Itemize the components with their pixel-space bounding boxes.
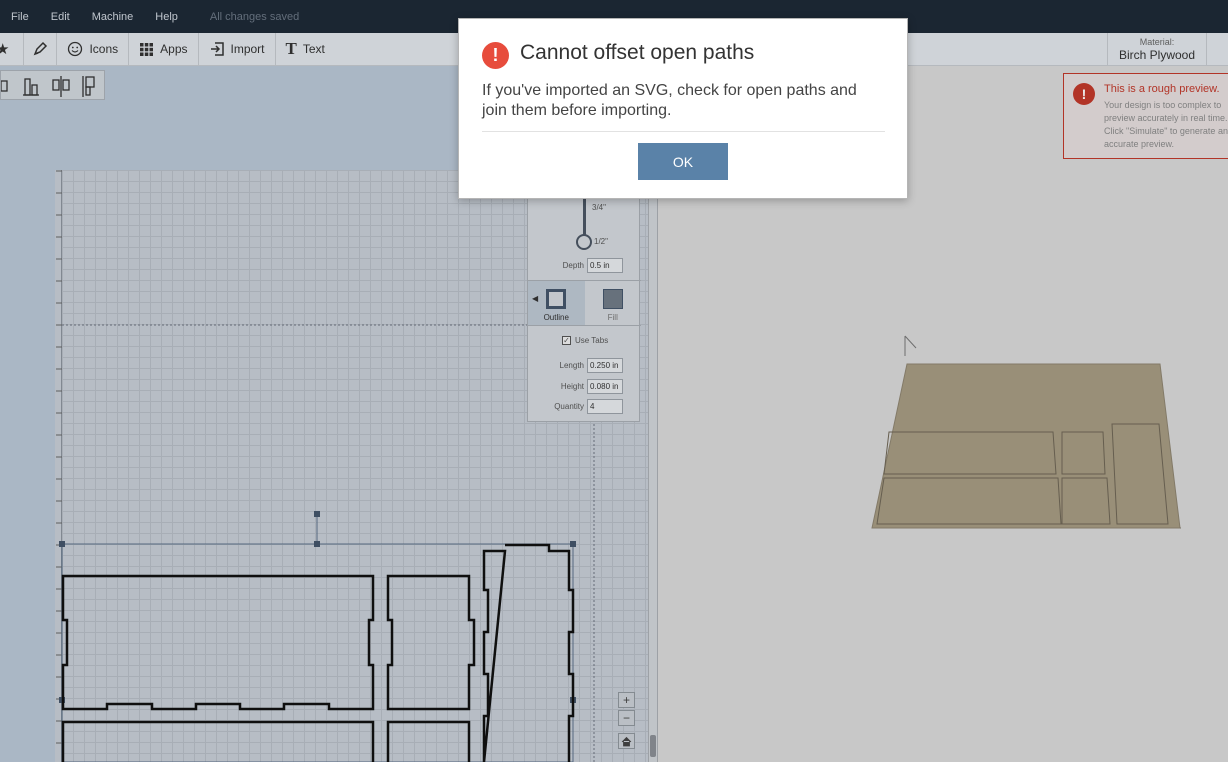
- dialog-title: Cannot offset open paths: [520, 41, 755, 64]
- alert-icon: !: [482, 42, 509, 69]
- dialog-message: If you've imported an SVG, check for ope…: [482, 82, 857, 119]
- ok-button[interactable]: OK: [638, 143, 728, 180]
- error-dialog: ! Cannot offset open paths If you've imp…: [458, 18, 908, 199]
- dialog-divider: [482, 131, 885, 132]
